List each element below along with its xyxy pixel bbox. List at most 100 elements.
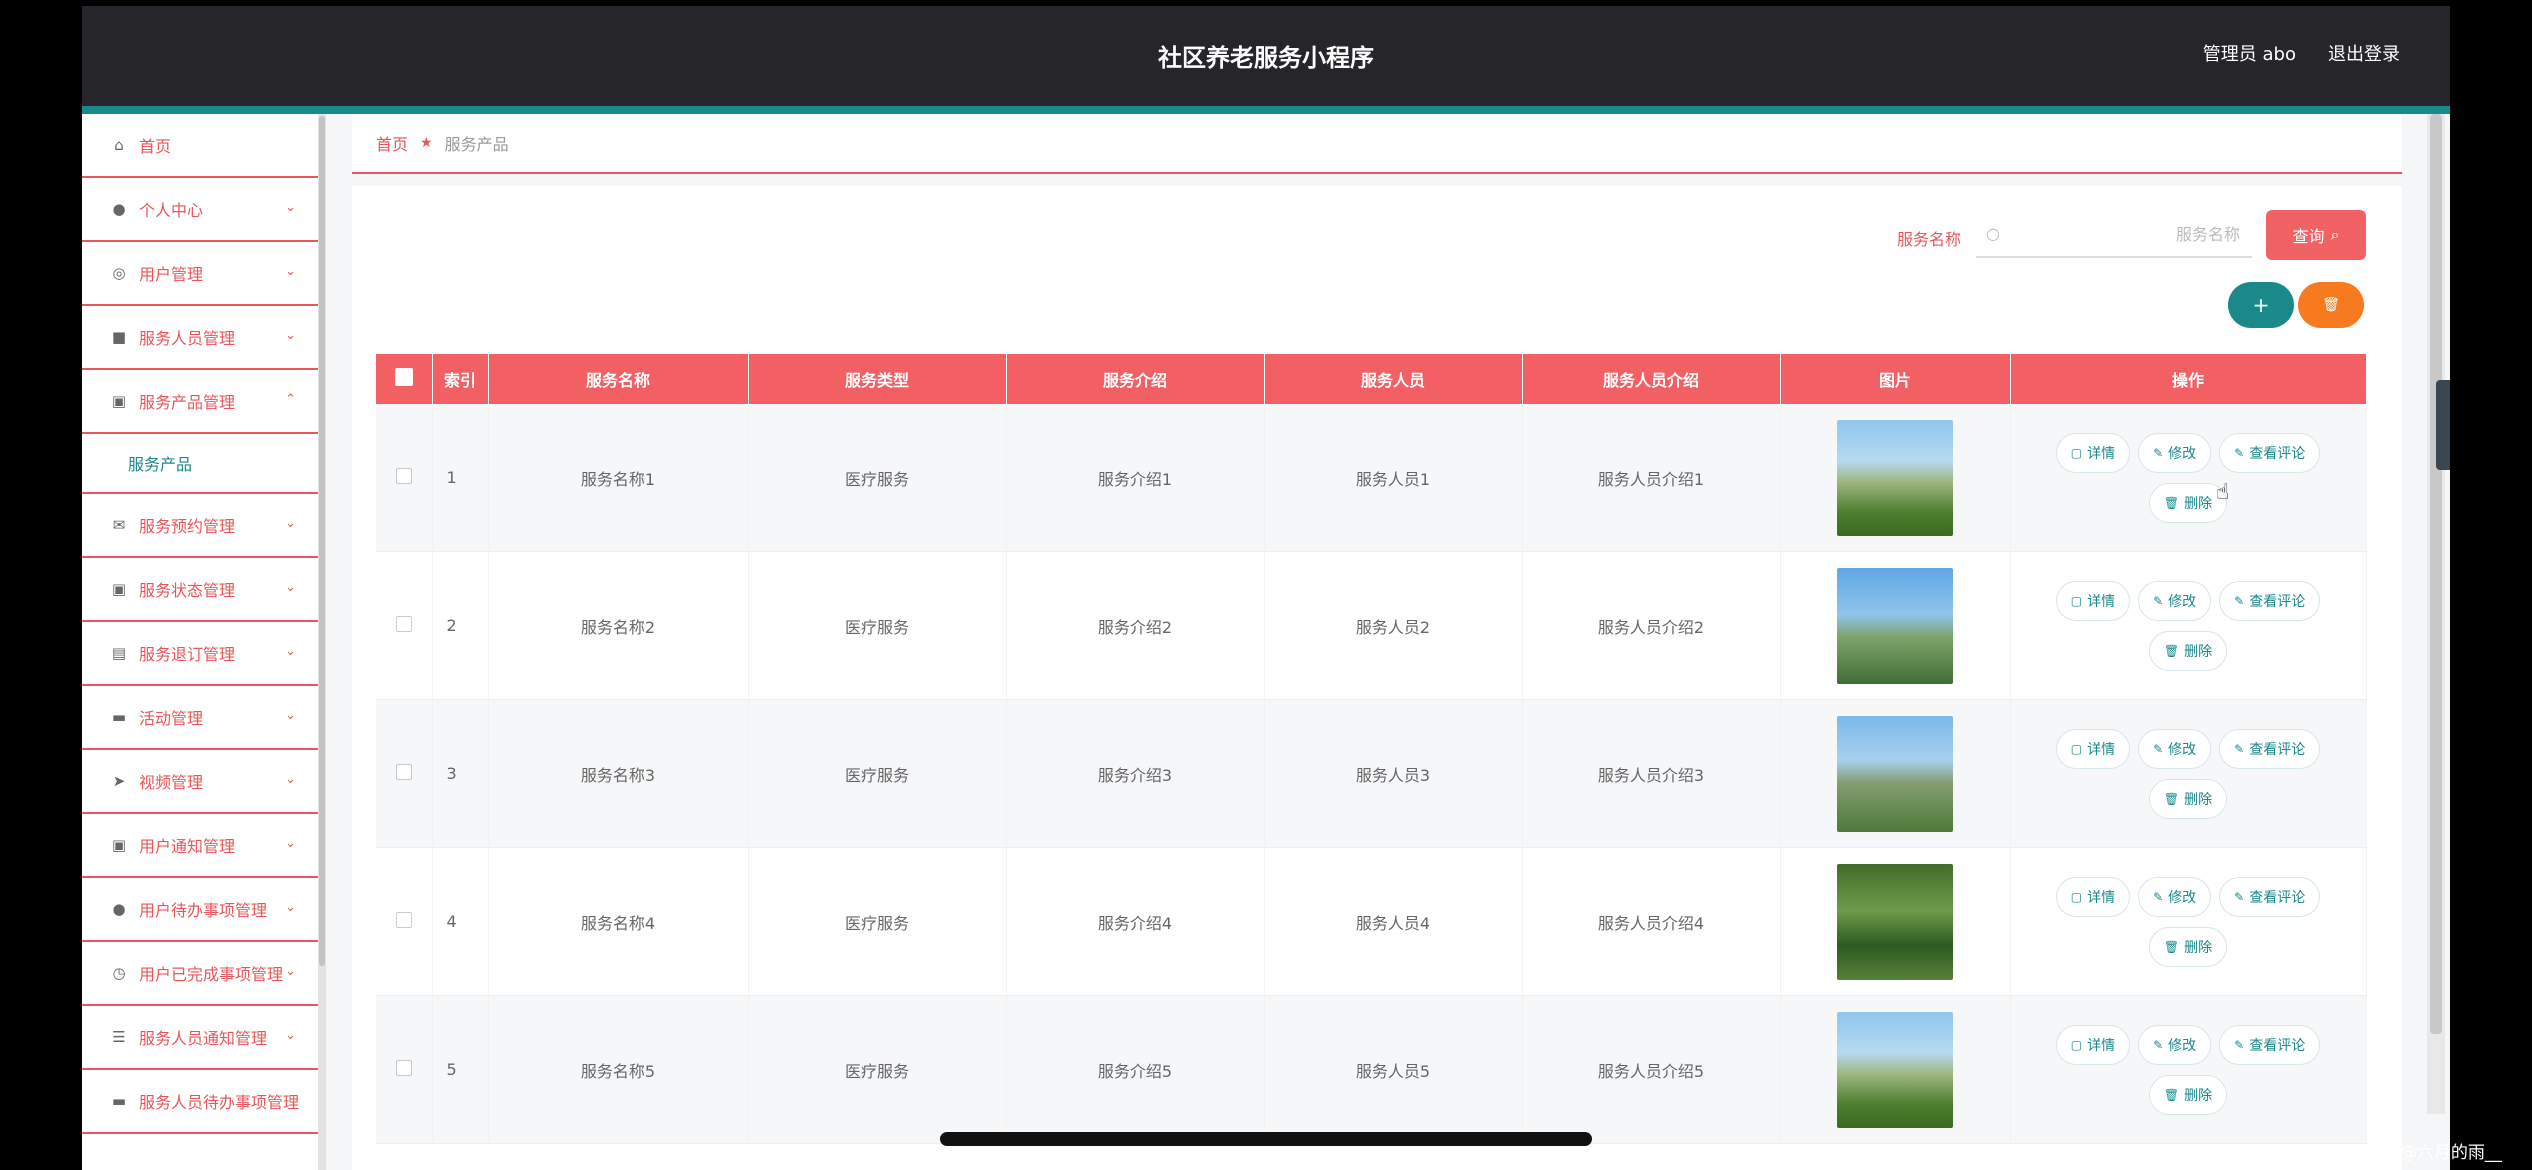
compass-icon: ◷ <box>112 964 126 982</box>
search-label: 服务名称 <box>1897 230 1962 249</box>
product-image[interactable] <box>1837 1011 1953 1128</box>
sidebar-item-booking-management[interactable]: ✉ 服务预约管理 ⌄ <box>82 494 318 558</box>
breadcrumb-home[interactable]: 首页 <box>376 131 408 155</box>
page-scrollbar[interactable] <box>2427 114 2445 1114</box>
row-checkbox[interactable] <box>395 763 412 780</box>
delete-button[interactable]: 🗑 删除 <box>2148 926 2228 967</box>
image-cell <box>1780 847 2011 996</box>
staff-intro-cell: 服务人员介绍1 <box>1522 404 1781 552</box>
sidebar-item-video-management[interactable]: ➤ 视频管理 ⌄ <box>82 750 318 814</box>
sidebar-item-label: 用户通知管理 <box>139 837 236 856</box>
row-checkbox[interactable] <box>395 467 412 484</box>
detail-button[interactable]: ▢ 详情 <box>2055 432 2131 473</box>
sidebar-item-status-management[interactable]: ▣ 服务状态管理 ⌄ <box>82 558 318 622</box>
search-input[interactable] <box>2012 218 2242 250</box>
search-icon: ○ <box>1986 224 2000 243</box>
staff-cell: 服务人员5 <box>1264 995 1523 1144</box>
column-header: 操作 <box>2010 354 2367 404</box>
view-comments-button[interactable]: ✎ 查看评论 <box>2219 876 2321 917</box>
edit-label: 修改 <box>2168 593 2197 610</box>
service-name-cell: 服务名称3 <box>488 699 749 848</box>
delete-button[interactable]: 🗑 删除 <box>2148 1074 2228 1115</box>
table-header-row: 索引 服务名称 服务类型 服务介绍 服务人员 服务人员介绍 图片 操作 <box>376 354 2367 404</box>
view-comments-button[interactable]: ✎ 查看评论 <box>2219 432 2321 473</box>
sidebar-item-user-notice-management[interactable]: ▣ 用户通知管理 ⌄ <box>82 814 318 878</box>
edit-button[interactable]: ✎ 修改 <box>2138 876 2212 917</box>
sidebar-item-product-management[interactable]: ▣ 服务产品管理 ⌃ <box>82 370 318 434</box>
image-cell <box>1780 699 2011 848</box>
row-select-cell[interactable] <box>376 847 433 996</box>
sidebar-subitem-service-product[interactable]: 服务产品 <box>82 434 318 494</box>
product-image[interactable] <box>1837 863 1953 980</box>
sidebar-scrollbar-thumb[interactable] <box>319 116 325 966</box>
row-select-cell[interactable] <box>376 995 433 1144</box>
search-field[interactable]: ○ <box>1976 210 2252 258</box>
admin-user-label[interactable]: 管理员 abo <box>2203 40 2296 66</box>
select-all-checkbox[interactable] <box>394 368 413 386</box>
edit-button[interactable]: ✎ 修改 <box>2138 432 2212 473</box>
column-header: 服务人员 <box>1264 354 1523 404</box>
staff-intro-cell: 服务人员介绍2 <box>1522 551 1781 700</box>
sidebar-item-label: 活动管理 <box>139 709 204 728</box>
sidebar-item-unsubscribe-management[interactable]: ▤ 服务退订管理 ⌄ <box>82 622 318 686</box>
staff-cell: 服务人员2 <box>1264 551 1523 700</box>
row-select-cell[interactable] <box>376 699 433 848</box>
trash-icon: 🗑 <box>2163 1087 2180 1102</box>
chevron-up-icon: ⌃ <box>285 392 296 407</box>
row-checkbox[interactable] <box>395 1059 412 1076</box>
table-row: 2 服务名称2 医疗服务 服务介绍2 服务人员2 服务人员介绍2 ▢ 详情 ✎ 修改… <box>376 551 2367 700</box>
sidebar-item-staff-notice-management[interactable]: ☰ 服务人员通知管理 ⌄ <box>82 1006 318 1070</box>
edit-button[interactable]: ✎ 修改 <box>2138 1024 2212 1065</box>
staff-intro-cell: 服务人员介绍4 <box>1522 847 1781 996</box>
product-image[interactable] <box>1837 567 1953 684</box>
row-index: 1 <box>432 404 489 552</box>
sidebar-item-home[interactable]: ⌂ 首页 <box>82 114 318 178</box>
sidebar-item-personal-center[interactable]: ● 个人中心 ⌄ <box>82 178 318 242</box>
sidebar-item-user-todo-management[interactable]: ● 用户待办事项管理 ⌄ <box>82 878 318 942</box>
logout-link[interactable]: 退出登录 <box>2328 40 2400 66</box>
column-header: 服务人员介绍 <box>1522 354 1781 404</box>
delete-button[interactable]: 🗑 删除 <box>2148 778 2228 819</box>
detail-button[interactable]: ▢ 详情 <box>2055 876 2131 917</box>
product-image[interactable] <box>1837 715 1953 832</box>
row-select-cell[interactable] <box>376 404 433 552</box>
sidebar-item-user-done-management[interactable]: ◷ 用户已完成事项管理 ⌄ <box>82 942 318 1006</box>
view-comments-button[interactable]: ✎ 查看评论 <box>2219 1024 2321 1065</box>
floating-side-tab[interactable] <box>2436 380 2450 470</box>
page-scrollbar-thumb[interactable] <box>2430 114 2442 1034</box>
view-comments-button[interactable]: ✎ 查看评论 <box>2219 580 2321 621</box>
row-select-cell[interactable] <box>376 551 433 700</box>
select-all-header[interactable] <box>376 354 433 404</box>
sidebar-item-staff-todo-management[interactable]: ▬ 服务人员待办事项管理 <box>82 1070 318 1134</box>
person-icon: ● <box>112 900 126 918</box>
breadcrumb-separator-icon: ★ <box>420 135 433 151</box>
sidebar-item-label: 首页 <box>139 137 172 156</box>
detail-button[interactable]: ▢ 详情 <box>2055 580 2131 621</box>
row-checkbox[interactable] <box>395 615 412 632</box>
view-comments-button[interactable]: ✎ 查看评论 <box>2219 728 2321 769</box>
delete-button[interactable]: 🗑 删除 <box>2148 630 2228 671</box>
row-index: 4 <box>432 847 489 996</box>
query-button[interactable]: 查询 ⌕ <box>2266 210 2366 260</box>
view-comments-label: 查看评论 <box>2249 741 2306 758</box>
detail-button[interactable]: ▢ 详情 <box>2055 1024 2131 1065</box>
sidebar-item-label: 服务状态管理 <box>139 581 236 600</box>
document-icon: ▢ <box>2070 1037 2083 1052</box>
edit-icon: ✎ <box>2153 741 2164 756</box>
delete-label: 删除 <box>2184 791 2213 808</box>
add-button[interactable]: + <box>2228 282 2294 328</box>
sidebar-item-staff-management[interactable]: ■ 服务人员管理 ⌄ <box>82 306 318 370</box>
sidebar-item-label: 服务预约管理 <box>139 517 236 536</box>
edit-icon: ✎ <box>2153 593 2164 608</box>
sidebar-item-user-management[interactable]: ◎ 用户管理 ⌄ <box>82 242 318 306</box>
batch-delete-button[interactable]: 🗑 <box>2298 282 2364 328</box>
edit-button[interactable]: ✎ 修改 <box>2138 580 2212 621</box>
clipboard-icon: ▣ <box>111 580 127 598</box>
row-checkbox[interactable] <box>395 911 412 928</box>
detail-button[interactable]: ▢ 详情 <box>2055 728 2131 769</box>
sidebar: ⌂ 首页 ● 个人中心 ⌄ ◎ 用户管理 ⌄ ■ 服务人员管理 ⌄ ▣ 服务产品… <box>82 114 318 1170</box>
edit-button[interactable]: ✎ 修改 <box>2138 728 2212 769</box>
product-image[interactable] <box>1837 419 1953 536</box>
sidebar-scrollbar[interactable] <box>318 114 326 1170</box>
sidebar-item-activity-management[interactable]: ▬ 活动管理 ⌄ <box>82 686 318 750</box>
